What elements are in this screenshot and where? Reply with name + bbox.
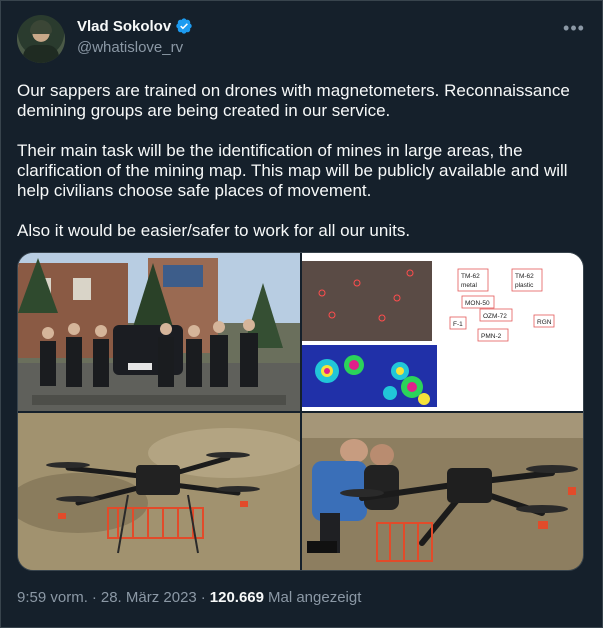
tweet-paragraph: Their main task will be the identificati… <box>17 141 568 200</box>
label-tm62-metal-2: metal <box>461 282 477 289</box>
media-grid: TM-62 metal TM-62 plastic MON-50 OZM-72 … <box>17 252 584 571</box>
separator-dot: · <box>200 589 206 606</box>
tweet-time[interactable]: 9:59 vorm. <box>17 589 88 606</box>
label-ozm72: OZM-72 <box>483 313 507 320</box>
heatmap-illustration: TM-62 metal TM-62 plastic MON-50 OZM-72 … <box>302 253 583 411</box>
men-drone-illustration <box>302 413 583 570</box>
tweet-metadata: 9:59 vorm. · 28. März 2023 · 120.669 Mal… <box>17 589 361 606</box>
label-f1: F-1 <box>453 321 463 328</box>
view-count: 120.669 <box>209 589 264 606</box>
tweet-paragraph: Also it would be easier/safer to work fo… <box>17 221 411 240</box>
avatar-body <box>23 45 59 63</box>
view-count-label: Mal angezeigt <box>268 589 362 606</box>
label-pmn2: PMN-2 <box>481 333 502 340</box>
more-options-icon[interactable]: ••• <box>561 15 587 41</box>
separator-dot: · <box>91 589 97 606</box>
author-handle[interactable]: @whatislove_rv <box>77 39 183 56</box>
photo-drone-on-ground[interactable] <box>18 413 300 570</box>
tweet-text: Our sappers are trained on drones with m… <box>17 81 582 261</box>
tweet-paragraph: Our sappers are trained on drones with m… <box>17 81 570 120</box>
verified-badge-icon <box>176 18 192 34</box>
photo-men-with-drone[interactable] <box>302 413 583 570</box>
label-rgn: RGN <box>537 319 552 326</box>
label-tm62-plastic-2: plastic <box>515 282 534 289</box>
photo-group-of-sappers[interactable] <box>18 253 300 411</box>
avatar-helmet <box>30 20 52 34</box>
label-tm62-plastic-1: TM-62 <box>515 273 534 280</box>
avatar[interactable] <box>17 15 65 63</box>
drone-illustration <box>18 413 300 570</box>
author-name-row: Vlad Sokolov <box>77 17 193 35</box>
label-tm62-metal-1: TM-62 <box>461 273 480 280</box>
label-mon50: MON-50 <box>465 300 490 307</box>
photo-mine-heatmap[interactable]: TM-62 metal TM-62 plastic MON-50 OZM-72 … <box>302 253 583 411</box>
tweet-date[interactable]: 28. März 2023 <box>101 589 197 606</box>
tweet-card: Vlad Sokolov @whatislove_rv ••• Our sapp… <box>0 0 603 628</box>
author-display-name[interactable]: Vlad Sokolov <box>77 18 171 35</box>
photo-group-illustration <box>18 253 300 411</box>
